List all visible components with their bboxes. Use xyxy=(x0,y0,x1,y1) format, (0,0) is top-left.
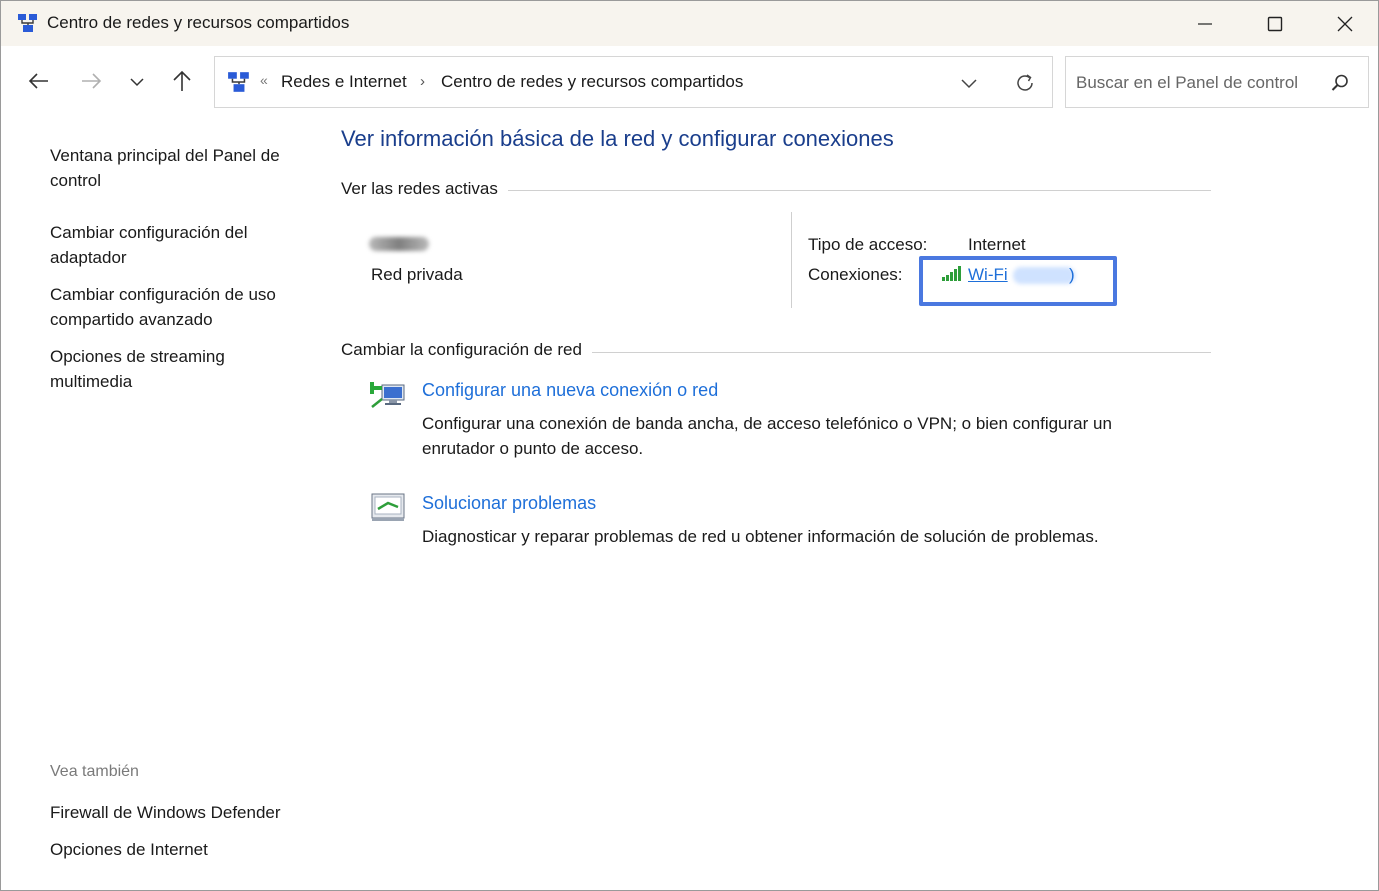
address-bar[interactable]: « Redes e Internet › Centro de redes y r… xyxy=(214,56,1053,108)
setup-new-connection-description: Configurar una conexión de banda ancha, … xyxy=(422,414,1112,458)
access-type-label: Tipo de acceso: xyxy=(808,235,928,254)
close-button[interactable] xyxy=(1310,1,1379,46)
connection-name-redacted xyxy=(1013,267,1075,284)
see-also-link-internet-options[interactable]: Opciones de Internet xyxy=(50,837,208,862)
sidebar-link-media-streaming[interactable]: Opciones de streaming multimedia xyxy=(50,344,310,394)
forward-button[interactable] xyxy=(75,67,107,99)
connections-label: Conexiones: xyxy=(808,265,903,284)
see-also-label: Vea también xyxy=(50,763,139,780)
network-center-icon xyxy=(227,70,251,94)
page-title: Ver información básica de la red y confi… xyxy=(341,126,894,151)
chevron-down-icon[interactable] xyxy=(959,74,979,92)
breadcrumb-redes-internet[interactable]: Redes e Internet xyxy=(281,72,407,92)
wifi-connection-link[interactable]: Wi-Fi xyxy=(968,265,1008,285)
search-box[interactable] xyxy=(1065,56,1369,108)
window: Centro de redes y recursos compartidos «… xyxy=(0,0,1379,891)
section-label-active-networks: Ver las redes activas xyxy=(341,179,508,199)
arrow-up-icon xyxy=(172,70,192,97)
network-type[interactable]: Red privada xyxy=(371,265,463,285)
troubleshoot-description: Diagnosticar y reparar problemas de red … xyxy=(422,527,1099,546)
troubleshoot-link[interactable]: Solucionar problemas xyxy=(422,493,596,514)
up-button[interactable] xyxy=(166,67,198,99)
vertical-divider xyxy=(791,212,792,308)
wifi-connection-suffix[interactable]: ) xyxy=(1069,265,1075,285)
maximize-button[interactable] xyxy=(1240,1,1310,46)
sidebar-link-control-panel-home[interactable]: Ventana principal del Panel de control xyxy=(50,143,310,193)
arrow-left-icon xyxy=(28,72,50,95)
refresh-icon[interactable] xyxy=(1013,71,1037,95)
section-label-change-settings: Cambiar la configuración de red xyxy=(341,340,592,360)
breadcrumb-separator[interactable]: › xyxy=(420,73,425,90)
new-connection-icon[interactable] xyxy=(370,377,406,411)
wifi-signal-icon xyxy=(941,266,963,282)
window-title: Centro de redes y recursos compartidos xyxy=(47,13,350,32)
arrow-right-icon xyxy=(80,72,102,95)
search-icon[interactable] xyxy=(1330,73,1350,93)
sidebar-link-advanced-sharing[interactable]: Cambiar configuración de uso compartido … xyxy=(50,282,310,332)
see-also-link-firewall[interactable]: Firewall de Windows Defender xyxy=(50,800,281,825)
breadcrumb-overflow[interactable]: « xyxy=(260,72,268,88)
back-button[interactable] xyxy=(23,67,55,99)
minimize-button[interactable] xyxy=(1170,1,1240,46)
recent-locations-button[interactable] xyxy=(121,67,153,99)
access-type-value: Internet xyxy=(968,235,1026,254)
chevron-down-icon xyxy=(130,74,144,92)
network-center-icon xyxy=(17,12,39,34)
title-bar: Centro de redes y recursos compartidos xyxy=(1,1,1378,46)
troubleshoot-icon[interactable] xyxy=(370,491,406,525)
breadcrumb-current[interactable]: Centro de redes y recursos compartidos xyxy=(441,72,743,92)
setup-new-connection-link[interactable]: Configurar una nueva conexión o red xyxy=(422,380,718,401)
search-input[interactable] xyxy=(1076,69,1316,97)
network-name-redacted xyxy=(369,237,429,251)
sidebar-link-adapter-settings[interactable]: Cambiar configuración del adaptador xyxy=(50,220,310,270)
